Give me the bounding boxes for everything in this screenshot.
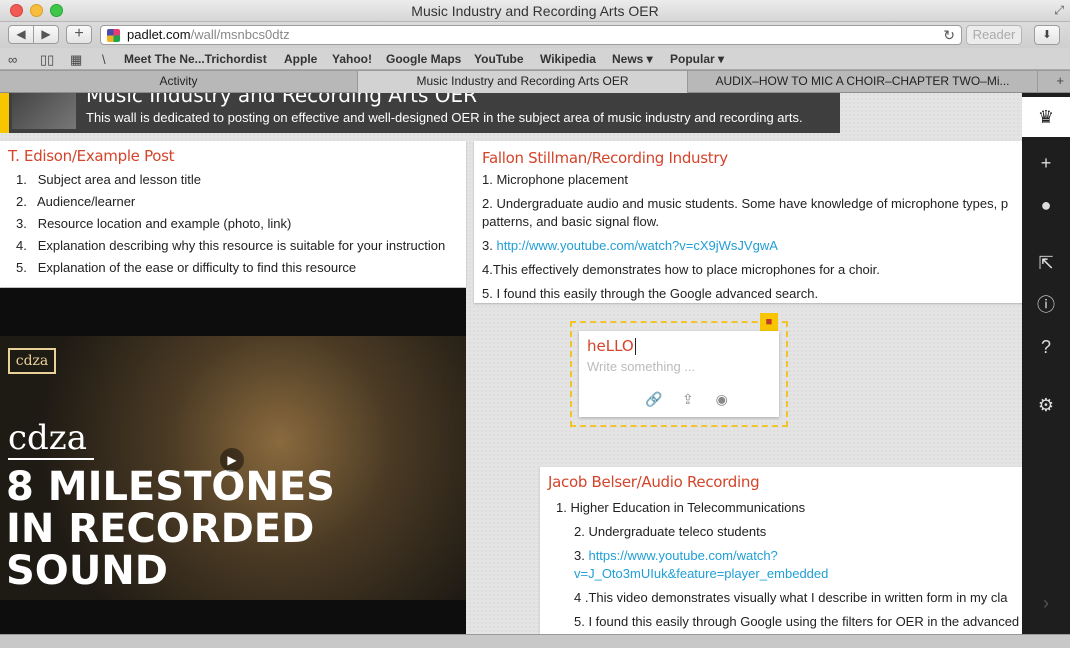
tab-activity[interactable]: Activity: [0, 71, 358, 93]
padlet-sidebar: ♛ + ● ⇱ ⓘ ? ⚙ ›: [1022, 93, 1070, 634]
post-body-input[interactable]: Write something ...: [587, 359, 695, 374]
settings-gear-icon[interactable]: ⚙: [1022, 385, 1070, 425]
forward-button[interactable]: ▶: [33, 25, 59, 44]
attachment-tools: 🔗 ⇪ ◉: [639, 391, 737, 408]
bookmark-yahoo[interactable]: Yahoo!: [332, 52, 372, 66]
post-title-input[interactable]: heLLO: [587, 337, 636, 355]
status-bar: [0, 634, 1070, 648]
upload-icon[interactable]: ⇪: [673, 391, 703, 408]
book-icon[interactable]: ▯▯: [40, 52, 54, 68]
padlet-favicon-icon: [107, 29, 120, 42]
add-tab-icon[interactable]: +: [1056, 73, 1064, 88]
new-tab-button[interactable]: +: [66, 25, 92, 44]
trash-icon[interactable]: ■: [760, 313, 778, 331]
bookmark-popular-menu[interactable]: Popular ▾: [670, 52, 724, 66]
bookmarks-bar: ∞ ▯▯ ▦ \ Meet The Ne...Trichordist Apple…: [0, 48, 1070, 70]
padlet-wall[interactable]: Music Industry and Recording Arts OER Th…: [0, 93, 1022, 634]
bookmark-separator: \: [102, 52, 106, 67]
cdza-sign: cdza: [8, 348, 56, 374]
post-title: T. Edison/Example Post: [8, 147, 175, 165]
address-bar[interactable]: padlet.com/wall/msnbcs0dtz ↻: [100, 25, 962, 45]
post-body: 1. Microphone placement 2. Undergraduate…: [482, 172, 1009, 301]
wall-header: Music Industry and Recording Arts OER Th…: [0, 93, 840, 133]
add-post-icon[interactable]: +: [1022, 143, 1070, 183]
cdza-logo: cdza: [8, 418, 87, 458]
info-icon[interactable]: ⓘ: [1022, 285, 1070, 325]
bookmark-trichordist[interactable]: Meet The Ne...Trichordist: [124, 52, 267, 66]
tab-bar: Activity Music Industry and Recording Ar…: [0, 71, 1070, 93]
webcam-icon[interactable]: ◉: [707, 391, 737, 408]
url-host: padlet.com: [127, 27, 191, 42]
reading-list-icon[interactable]: ∞: [8, 52, 17, 67]
header-accent: [0, 93, 9, 133]
text-caret: [634, 338, 636, 355]
reader-button[interactable]: Reader: [966, 25, 1022, 45]
post-body: 1. Higher Education in Telecommunication…: [556, 500, 1020, 629]
link-icon[interactable]: 🔗: [639, 391, 669, 408]
downloads-icon[interactable]: ⬇: [1034, 25, 1060, 45]
post-list: 1. Subject area and lesson title 2. Audi…: [16, 169, 445, 279]
post-belser[interactable]: Jacob Belser/Audio Recording 1. Higher E…: [540, 467, 1022, 634]
list-item: 1. Subject area and lesson title: [16, 172, 202, 187]
list-item: 2. Audience/learner: [16, 194, 136, 209]
list-item: 4. Explanation describing why this resou…: [16, 238, 446, 253]
window-titlebar: Music Industry and Recording Arts OER ⤢: [0, 0, 1070, 22]
wall-description: This wall is dedicated to posting on eff…: [86, 110, 803, 125]
play-icon[interactable]: ▶: [220, 448, 244, 472]
video-player[interactable]: cdza cdza 8 MILESTONES IN RECORDED SOUND…: [0, 288, 466, 634]
url-path: /wall/msnbcs0dtz: [190, 27, 290, 42]
grid-icon[interactable]: ▦: [70, 52, 82, 68]
bookmark-news-menu[interactable]: News ▾: [612, 52, 653, 66]
post-stillman[interactable]: Fallon Stillman/Recording Industry 1. Mi…: [474, 141, 1022, 303]
bookmark-google-maps[interactable]: Google Maps: [386, 52, 461, 66]
back-button[interactable]: ◀: [8, 25, 34, 44]
share-icon[interactable]: ⇱: [1022, 243, 1070, 283]
post-edison[interactable]: T. Edison/Example Post 1. Subject area a…: [0, 141, 466, 287]
new-post-editor[interactable]: heLLO Write something ... 🔗 ⇪ ◉: [579, 331, 779, 417]
post-title: Jacob Belser/Audio Recording: [548, 473, 760, 491]
list-item: 5. Explanation of the ease or difficulty…: [16, 260, 357, 275]
wall-thumbnail: [12, 93, 76, 129]
bookmark-apple[interactable]: Apple: [284, 52, 317, 66]
browser-toolbar: ◀ ▶ + padlet.com/wall/msnbcs0dtz ↻ Reade…: [0, 22, 1070, 48]
video-title: 8 MILESTONES IN RECORDED SOUND: [6, 464, 335, 594]
chevron-right-icon[interactable]: ›: [1022, 593, 1070, 614]
window-title: Music Industry and Recording Arts OER: [411, 3, 659, 19]
bookmark-wikipedia[interactable]: Wikipedia: [540, 52, 596, 66]
logo-underline: [8, 458, 94, 460]
fullscreen-icon[interactable]: ⤢: [1054, 3, 1064, 18]
tab-music-industry[interactable]: Music Industry and Recording Arts OER: [358, 71, 688, 93]
profile-icon[interactable]: ●: [1022, 185, 1070, 225]
youtube-link-continued[interactable]: v=J_Oto3mUIuk&feature=player_embedded: [574, 566, 828, 581]
tab-audix[interactable]: AUDIX–HOW TO MIC A CHOIR–CHAPTER TWO–Mi.…: [688, 71, 1038, 93]
youtube-link[interactable]: http://www.youtube.com/watch?v=cX9jWsJVg…: [496, 238, 777, 253]
wall-title[interactable]: Music Industry and Recording Arts OER: [86, 93, 477, 107]
reload-icon[interactable]: ↻: [943, 26, 955, 44]
bookmark-youtube[interactable]: YouTube: [474, 52, 524, 66]
list-item: 3. Resource location and example (photo,…: [16, 216, 292, 231]
youtube-link[interactable]: https://www.youtube.com/watch?: [588, 548, 777, 563]
padlet-logo-icon[interactable]: ♛: [1022, 97, 1070, 137]
help-icon[interactable]: ?: [1022, 327, 1070, 367]
